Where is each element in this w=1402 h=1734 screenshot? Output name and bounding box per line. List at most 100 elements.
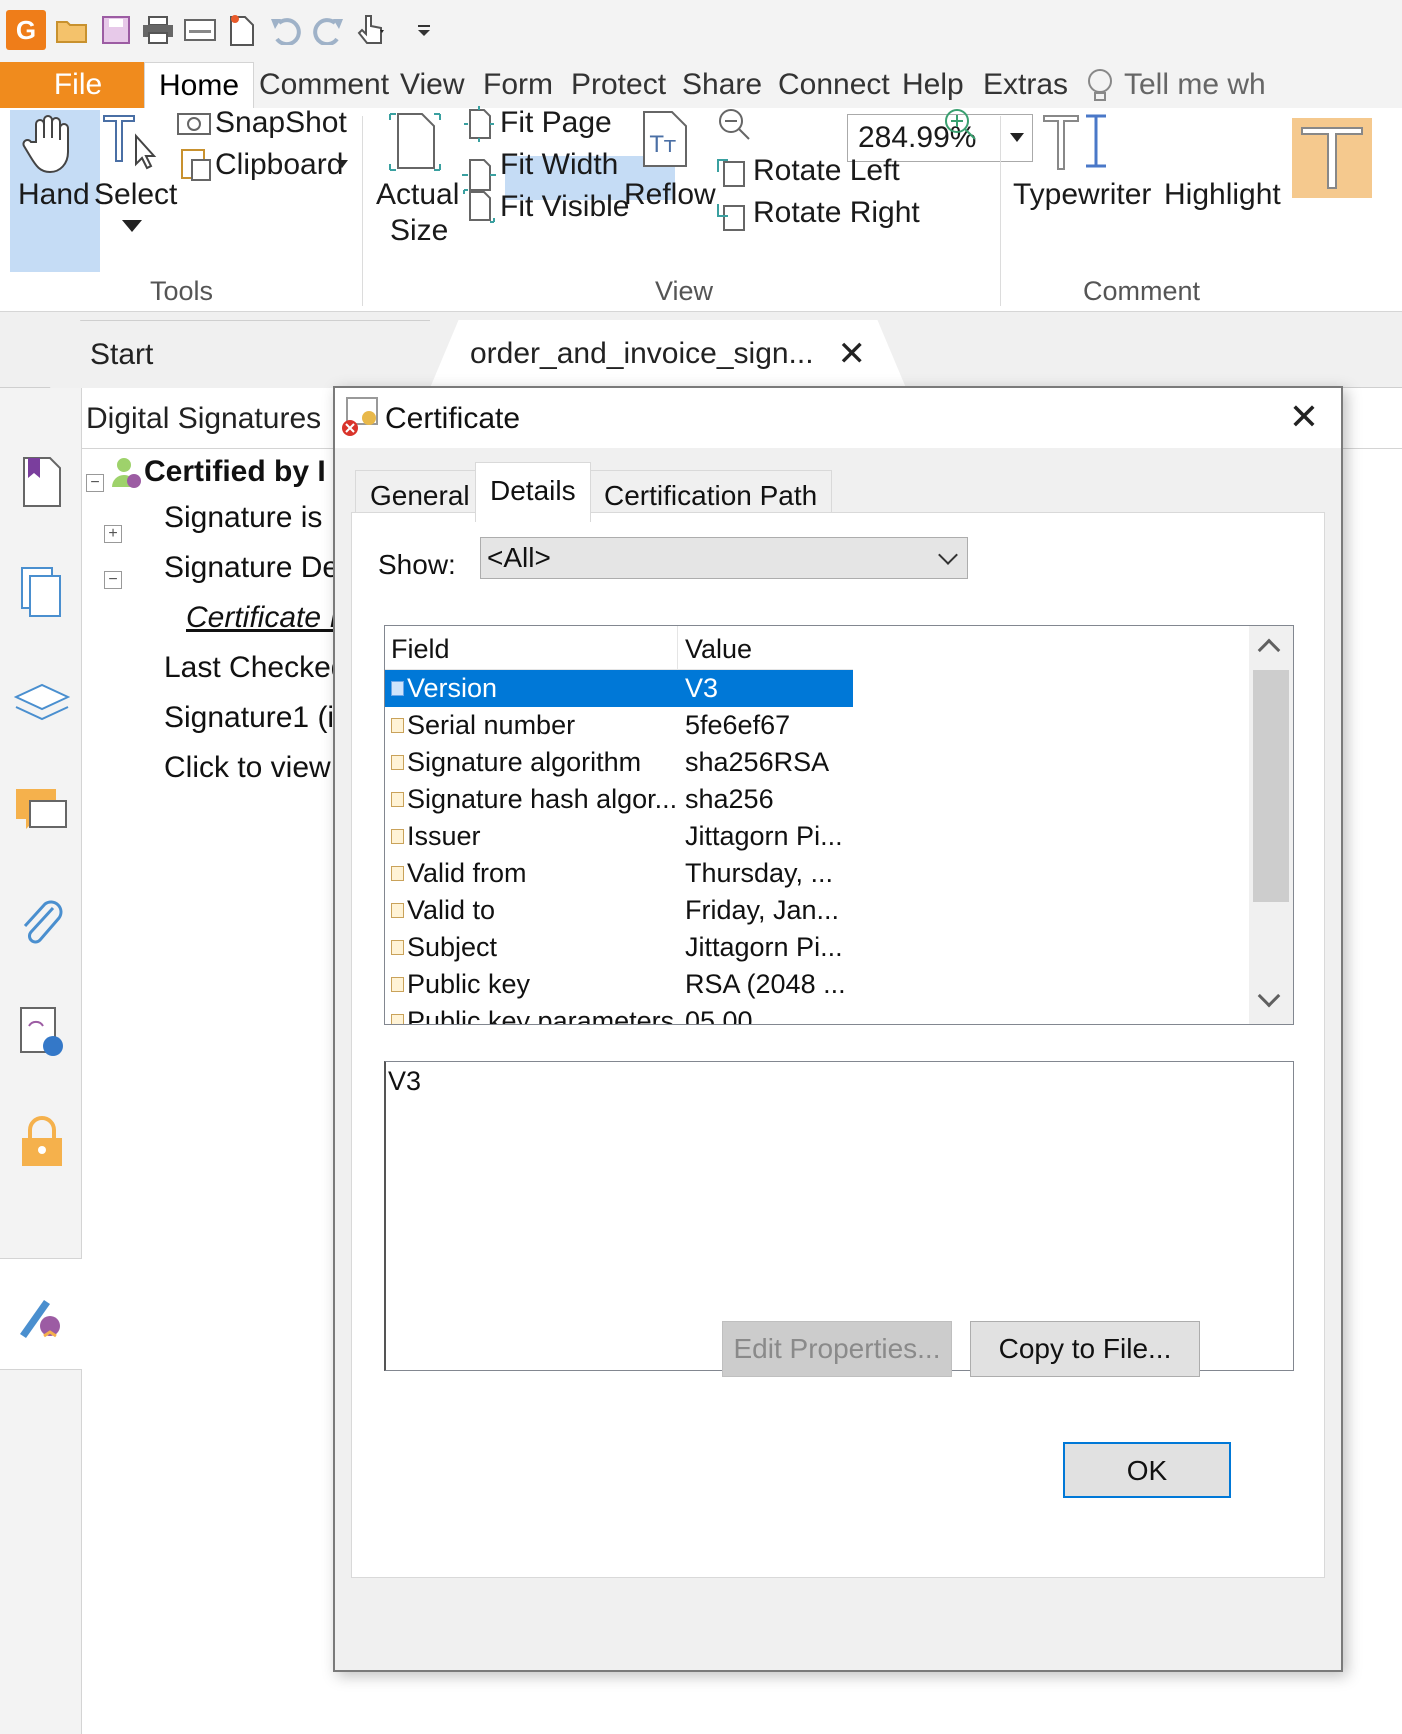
attachment-icon[interactable] [12, 892, 72, 952]
field-value: RSA (2048 ... [685, 969, 846, 999]
close-tab-icon[interactable]: ✕ [838, 320, 867, 388]
pages-icon[interactable] [12, 562, 72, 622]
snapshot-icon [176, 108, 212, 143]
tell-me-search[interactable]: Tell me wh [1120, 62, 1270, 108]
signature-details-row[interactable]: Signature De [164, 551, 339, 585]
column-divider[interactable] [677, 626, 678, 670]
scroll-down-icon[interactable] [1257, 984, 1281, 1008]
fit-visible-icon [462, 188, 496, 229]
new-document-icon[interactable] [222, 10, 262, 50]
list-row[interactable]: Public key RSA (2048 ... [385, 966, 853, 1003]
column-header-field[interactable]: Field [391, 634, 450, 665]
fit-width-button[interactable]: Fit Width [500, 148, 618, 182]
list-row[interactable]: Valid from Thursday, ... [385, 855, 853, 892]
menu-tab-form[interactable]: Form [479, 62, 557, 108]
foxit-logo-icon[interactable]: G [6, 10, 46, 50]
scrollbar-thumb[interactable] [1253, 670, 1289, 902]
touch-mode-icon[interactable] [352, 10, 392, 50]
list-row[interactable]: Subject Jittagorn Pi... [385, 929, 853, 966]
field-list[interactable]: Field Value Version V3 Serial number 5fe… [384, 625, 1294, 1025]
tab-document[interactable]: order_and_invoice_sign... ✕ [430, 320, 906, 388]
tools-group-label: Tools [150, 276, 214, 306]
collapse-toggle[interactable]: − [86, 474, 104, 492]
dialog-title: Certificate [385, 402, 521, 435]
zoom-dropdown-icon[interactable] [1010, 133, 1024, 142]
list-row[interactable]: Signature algorithm sha256RSA [385, 744, 853, 781]
select-dropdown-icon[interactable] [122, 220, 142, 232]
snapshot-button[interactable]: SnapShot [215, 106, 347, 140]
certified-by-row[interactable]: Certified by I [144, 455, 326, 489]
clipboard-dropdown-icon[interactable] [336, 160, 348, 168]
redo-icon[interactable] [308, 10, 348, 50]
document-tabs: Start order_and_invoice_sign... ✕ [0, 312, 1402, 388]
security-lock-icon[interactable] [12, 1112, 72, 1172]
menu-tab-extras[interactable]: Extras [979, 62, 1072, 108]
click-to-view-row[interactable]: Click to view [164, 751, 331, 785]
signature-validation-icon[interactable] [12, 1002, 72, 1062]
certificate-error-icon [339, 394, 381, 443]
menu-tab-share[interactable]: Share [678, 62, 766, 108]
highlight-icon[interactable] [1292, 118, 1372, 198]
tab-details[interactable]: Details [475, 462, 591, 522]
layers-icon[interactable] [12, 672, 72, 732]
menu-tab-protect[interactable]: Protect [567, 62, 670, 108]
customize-icon[interactable] [404, 10, 444, 50]
list-row[interactable]: Issuer Jittagorn Pi... [385, 818, 853, 855]
menu-tab-connect[interactable]: Connect [774, 62, 894, 108]
select-icon[interactable] [102, 112, 162, 181]
field-name: Public key parameters [407, 1006, 675, 1025]
select-label[interactable]: Select [94, 178, 177, 212]
dialog-close-icon[interactable]: ✕ [1289, 396, 1319, 438]
column-header-value[interactable]: Value [685, 634, 752, 665]
rotate-right-button[interactable]: Rotate Right [753, 196, 920, 230]
digital-signatures-icon[interactable] [12, 1284, 72, 1344]
comment-group-label: Comment [1083, 276, 1201, 306]
signature-is-row[interactable]: Signature is [164, 501, 322, 535]
certificate-link[interactable]: Certificate I [186, 601, 338, 635]
fit-page-button[interactable]: Fit Page [500, 106, 612, 140]
rotate-left-icon [714, 152, 748, 193]
list-row[interactable]: Valid to Friday, Jan... [385, 892, 853, 929]
ok-button[interactable]: OK [1063, 1442, 1231, 1498]
vertical-scrollbar[interactable] [1249, 626, 1293, 1024]
open-folder-icon[interactable] [52, 10, 92, 50]
fit-visible-button[interactable]: Fit Visible [500, 190, 630, 224]
comments-icon[interactable] [12, 782, 72, 842]
actual-size-label-2[interactable]: Size [390, 214, 448, 248]
scan-icon[interactable] [180, 10, 220, 50]
reflow-icon[interactable]: Tт [640, 108, 690, 175]
menu-tab-view[interactable]: View [396, 62, 468, 108]
zoom-in-icon[interactable] [942, 106, 978, 147]
menu-tab-home[interactable]: Home [144, 62, 255, 110]
rotate-left-button[interactable]: Rotate Left [753, 154, 900, 188]
expand-toggle[interactable]: + [104, 525, 122, 543]
show-select[interactable]: <All> [480, 537, 968, 579]
actual-size-label-1[interactable]: Actual [376, 178, 459, 212]
bookmark-icon[interactable] [12, 452, 72, 512]
collapse-toggle[interactable]: − [104, 571, 122, 589]
copy-to-file-button[interactable]: Copy to File... [970, 1321, 1200, 1377]
print-icon[interactable] [138, 10, 178, 50]
typewriter-icon[interactable] [1042, 112, 1112, 177]
field-detail-value: V3 [388, 1066, 422, 1096]
typewriter-label[interactable]: Typewriter [1013, 178, 1151, 212]
menu-tab-help[interactable]: Help [898, 62, 968, 108]
list-row[interactable]: Serial number 5fe6ef67 [385, 707, 853, 744]
show-label: Show: [378, 549, 456, 580]
clipboard-button[interactable]: Clipboard [215, 148, 343, 182]
highlight-label[interactable]: Highlight [1164, 178, 1281, 212]
menu-tab-comment[interactable]: Comment [255, 62, 393, 108]
reflow-label[interactable]: Reflow [624, 178, 716, 212]
zoom-out-icon[interactable] [716, 106, 752, 147]
list-row[interactable]: Version V3 [385, 670, 853, 707]
list-row[interactable]: Public key parameters 05 00 [385, 1003, 853, 1025]
tab-start[interactable]: Start [50, 320, 430, 388]
scroll-up-icon[interactable] [1257, 638, 1281, 662]
save-icon[interactable] [96, 10, 136, 50]
field-name: Subject [407, 932, 498, 962]
ribbon-separator [1000, 116, 1001, 306]
menu-file[interactable]: File [0, 62, 156, 108]
list-row[interactable]: Signature hash algor... sha256 [385, 781, 853, 818]
actual-size-icon[interactable] [388, 112, 442, 177]
undo-icon[interactable] [266, 10, 306, 50]
